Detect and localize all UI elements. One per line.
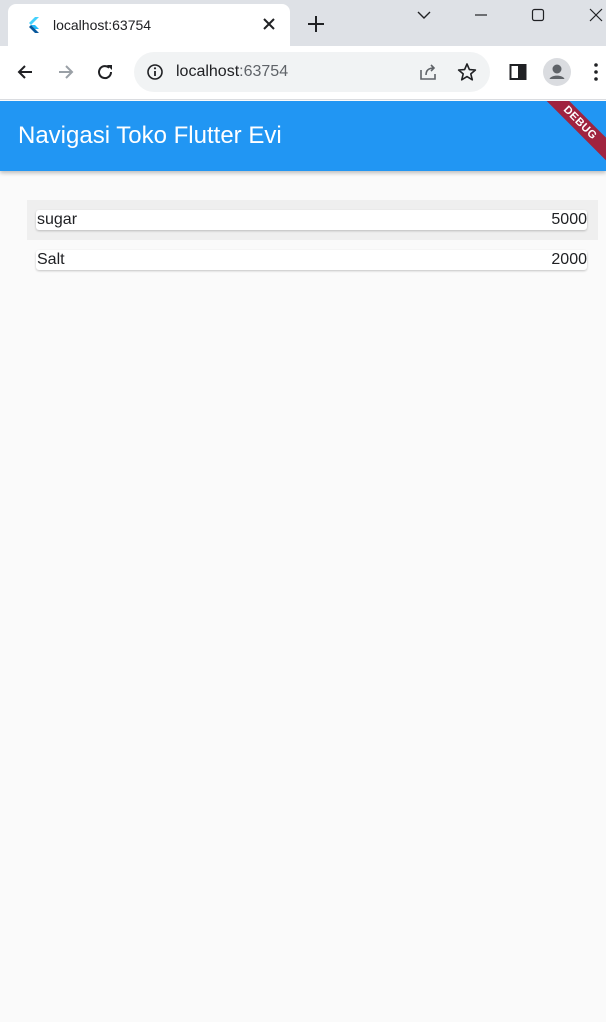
profile-icon[interactable] <box>543 58 571 86</box>
page-title: Navigasi Toko Flutter Evi <box>18 122 282 149</box>
address-bar[interactable]: localhost:63754 <box>134 52 490 92</box>
reload-icon[interactable] <box>93 60 117 84</box>
minimize-icon[interactable] <box>461 0 501 30</box>
item-card[interactable]: sugar 5000 <box>36 210 587 230</box>
item-price: 5000 <box>551 211 587 228</box>
list-item[interactable]: Salt 2000 <box>27 240 598 280</box>
tab-close-icon[interactable] <box>260 15 278 33</box>
window-close-icon[interactable] <box>576 0 606 30</box>
back-icon[interactable] <box>13 60 37 84</box>
item-list: sugar 5000 Salt 2000 <box>27 200 598 280</box>
info-icon[interactable] <box>146 63 164 81</box>
item-card[interactable]: Salt 2000 <box>36 250 587 270</box>
forward-icon[interactable] <box>54 60 78 84</box>
item-name: Salt <box>37 251 65 268</box>
item-price: 2000 <box>551 251 587 268</box>
tab-title: localhost:63754 <box>53 17 152 33</box>
share-icon[interactable] <box>417 61 439 83</box>
more-icon[interactable] <box>586 60 606 84</box>
chevron-down-icon[interactable] <box>404 0 444 30</box>
address-url: localhost:63754 <box>176 63 288 81</box>
app-bar: Navigasi Toko Flutter Evi <box>0 101 606 171</box>
browser-tab[interactable]: localhost:63754 <box>8 4 290 46</box>
side-panel-icon[interactable] <box>506 60 530 84</box>
maximize-icon[interactable] <box>518 0 558 30</box>
url-port: :63754 <box>239 63 289 80</box>
item-name: sugar <box>37 211 78 228</box>
tab-strip: localhost:63754 <box>0 0 606 46</box>
url-host: localhost <box>176 63 240 80</box>
app-viewport: Navigasi Toko Flutter Evi DEBUG sugar 50… <box>0 101 606 1022</box>
new-tab-icon[interactable] <box>305 13 327 35</box>
list-item[interactable]: sugar 5000 <box>27 200 598 240</box>
flutter-icon <box>26 16 42 34</box>
star-icon[interactable] <box>456 61 478 83</box>
browser-toolbar: localhost:63754 <box>0 46 606 100</box>
